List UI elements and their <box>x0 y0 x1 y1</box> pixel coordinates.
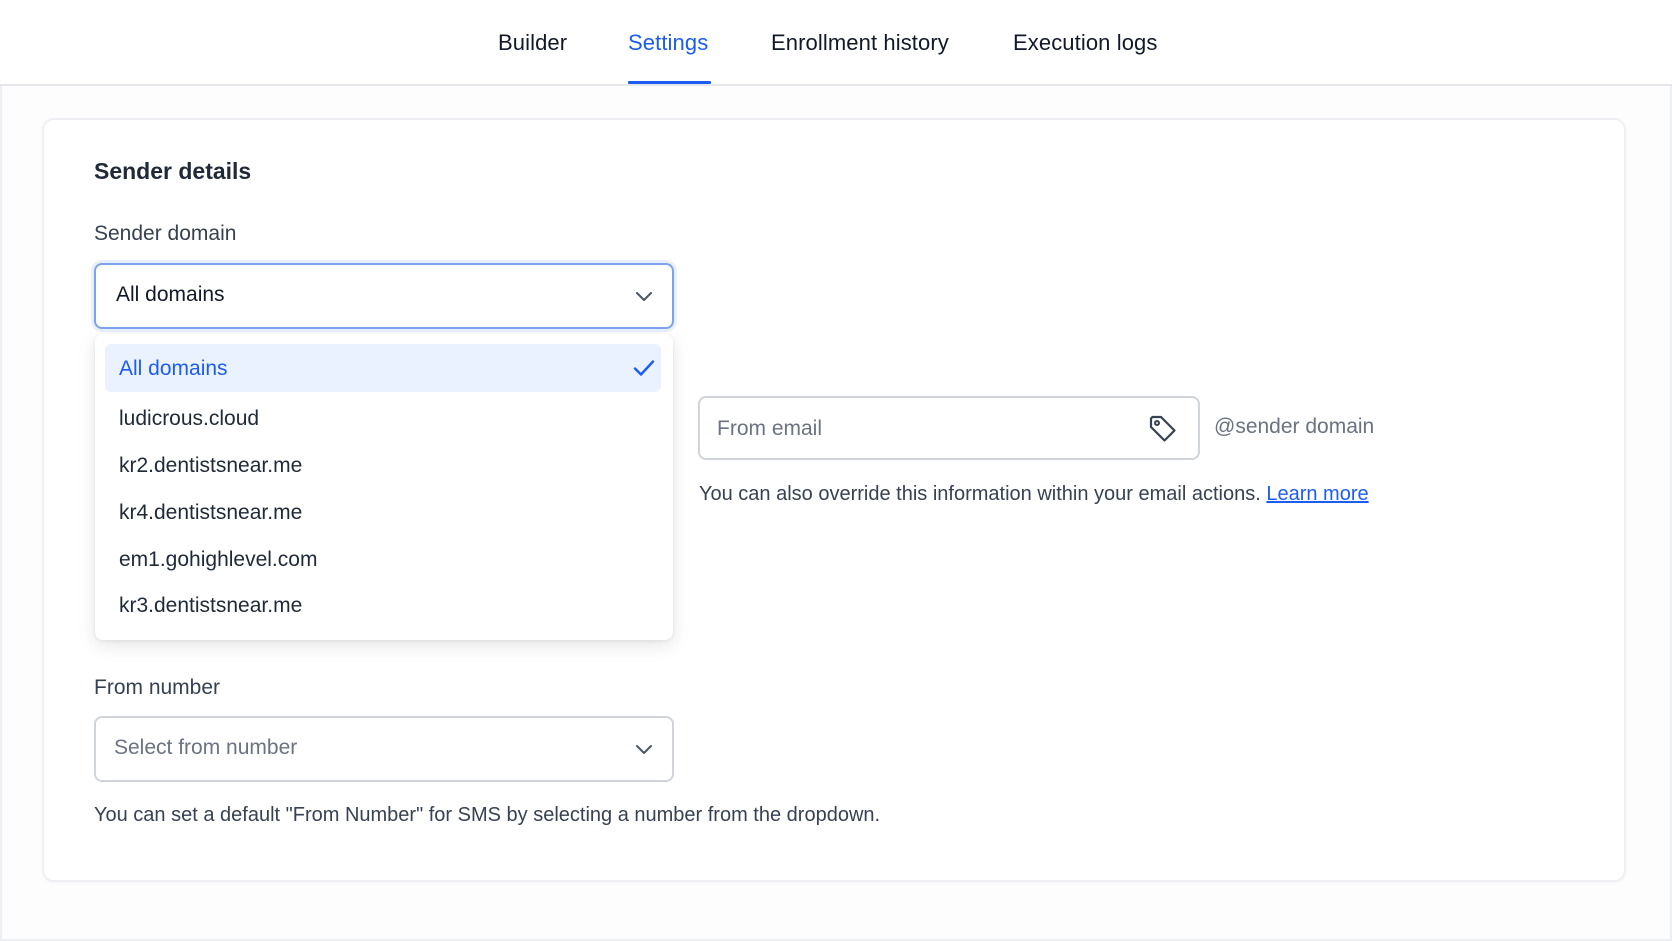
tab-enrollment-history[interactable]: Enrollment history <box>771 30 949 56</box>
from-number-placeholder: Select from number <box>114 736 298 759</box>
from-email-help: You can also override this information w… <box>699 483 1369 506</box>
dropdown-option-kr2-dentistsnear-me[interactable]: kr2.dentistsnear.me <box>105 441 661 489</box>
tab-execution-logs[interactable]: Execution logs <box>1013 30 1158 56</box>
option-label: ludicrous.cloud <box>119 407 260 430</box>
chevron-down-icon <box>636 292 652 301</box>
section-title: Sender details <box>94 158 252 184</box>
from-email-help-text: You can also override this information w… <box>699 483 1261 505</box>
dropdown-option-em1-gohighlevel-com[interactable]: em1.gohighlevel.com <box>105 535 661 583</box>
from-number-label: From number <box>94 676 221 699</box>
option-label: kr4.dentistsnear.me <box>119 501 303 524</box>
from-number-help: You can set a default "From Number" for … <box>94 804 881 826</box>
tab-settings[interactable]: Settings <box>628 30 708 56</box>
from-number-select[interactable]: Select from number <box>94 716 674 782</box>
option-label: All domains <box>119 357 228 380</box>
sender-domain-label: Sender domain <box>94 222 237 245</box>
option-label: kr2.dentistsnear.me <box>119 454 303 477</box>
from-email-placeholder: From email <box>717 417 823 440</box>
active-tab-indicator <box>628 81 711 84</box>
dropdown-option-ludicrous-cloud[interactable]: ludicrous.cloud <box>105 394 661 442</box>
dropdown-option-all-domains[interactable]: All domains <box>105 344 661 392</box>
from-email-input[interactable]: From email <box>698 396 1200 460</box>
sender-domain-selected-value: All domains <box>116 283 225 306</box>
option-label: em1.gohighlevel.com <box>119 548 318 571</box>
checkmark-icon <box>633 360 655 376</box>
option-label: kr3.dentistsnear.me <box>119 594 303 617</box>
sender-domain-suffix: @sender domain <box>1214 415 1375 438</box>
sender-domain-dropdown-menu: All domains ludicrous.cloud kr2.dentists… <box>95 334 673 640</box>
chevron-down-icon <box>636 745 652 754</box>
sender-domain-select[interactable]: All domains <box>94 263 674 329</box>
learn-more-link[interactable]: Learn more <box>1266 483 1368 505</box>
tab-builder[interactable]: Builder <box>498 30 567 56</box>
top-tab-bar: Builder Settings Enrollment history Exec… <box>0 0 1672 86</box>
dropdown-option-kr3-dentistsnear-me[interactable]: kr3.dentistsnear.me <box>105 581 661 629</box>
tag-icon[interactable] <box>1147 413 1179 445</box>
dropdown-option-kr4-dentistsnear-me[interactable]: kr4.dentistsnear.me <box>105 488 661 536</box>
